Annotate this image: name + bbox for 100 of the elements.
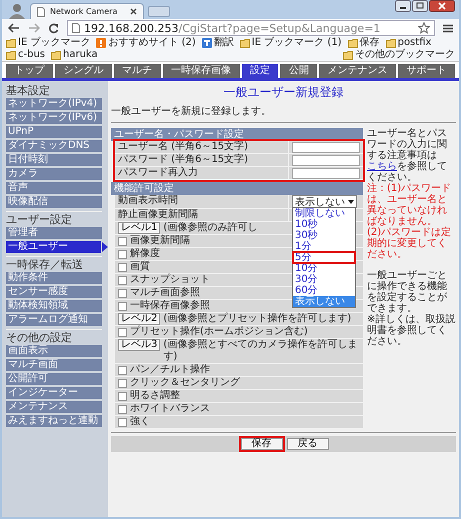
dropdown-option[interactable]: 30秒 [293, 230, 355, 241]
folder-icon [51, 50, 62, 60]
nav-tab[interactable]: メンテナンス [319, 64, 396, 78]
sidebar-heading: 一時保存／転送 [6, 258, 84, 272]
level-description: (画像参照とすべてのカメラ操作を許可します) [163, 339, 358, 363]
section-header: 機能許可設定 [111, 182, 363, 195]
checkbox-label: 一時保存画像参照 [130, 300, 210, 312]
checkbox[interactable] [118, 378, 127, 388]
nav-tab[interactable]: 設定 [242, 64, 278, 78]
nav-tab[interactable]: シングル [54, 64, 112, 78]
bookmark-item[interactable]: その他のブックマーク [343, 49, 455, 61]
text-input-field[interactable] [292, 154, 360, 166]
form-button[interactable]: 戻る [286, 438, 328, 450]
checkbox[interactable] [118, 328, 127, 336]
dropdown-option[interactable]: 表示しない [293, 296, 355, 307]
close-icon[interactable] [429, 0, 455, 12]
note-text: ※詳しくは、取扱説明書を参照してください。 [367, 314, 456, 347]
folder-icon [343, 50, 353, 60]
dropdown-option[interactable]: 60分 [293, 285, 355, 296]
reload-icon[interactable] [48, 22, 59, 34]
caret-icon [348, 200, 354, 204]
sidebar-item[interactable]: 音声 [6, 182, 102, 194]
bookmark-item[interactable]: 保存 [348, 37, 380, 49]
sidebar-item[interactable]: 管理者 [6, 227, 102, 239]
checkbox[interactable] [118, 250, 127, 258]
level-description: (画像参照とプリセット操作を許可します) [163, 313, 352, 325]
sidebar-item[interactable]: 画面表示 [6, 345, 102, 357]
checkbox[interactable] [118, 418, 127, 426]
bookmark-item[interactable]: c-bus [6, 49, 46, 61]
sidebar-item[interactable]: センサー感度 [6, 286, 102, 298]
nav-tab[interactable]: サポート [398, 64, 455, 78]
checkbox[interactable] [118, 262, 127, 272]
sidebar-item[interactable]: 動作条件 [6, 272, 102, 284]
address-field[interactable]: 192.168.200.253/CgiStart?page=Setup&Language=1 [67, 20, 435, 36]
sidebar-heading: 基本設定 [6, 84, 51, 98]
checkbox-label: プリセット操作(ホームポジション含む) [130, 326, 308, 338]
dropdown-option[interactable]: 30分 [293, 274, 355, 285]
level-button[interactable]: レベル2 [118, 313, 160, 325]
forward-icon[interactable] [28, 23, 40, 33]
bookmark-item[interactable]: おすすめサイト (2) [96, 37, 196, 49]
text-input-field[interactable] [292, 168, 360, 178]
nav-tab[interactable]: 一時保存画像 [162, 64, 240, 78]
checkbox[interactable] [118, 302, 127, 310]
sidebar-item[interactable]: ダイナミックDNS [6, 140, 102, 152]
sidebar-item[interactable]: メンテナンス [6, 401, 102, 413]
sidebar-item[interactable]: 日付時刻 [6, 154, 102, 166]
nav-tab[interactable]: トップ [6, 64, 53, 78]
checkbox[interactable] [118, 288, 127, 298]
level-button[interactable]: レベル1 [118, 222, 160, 234]
sidebar-item[interactable]: インジケーター [6, 387, 102, 399]
sidebar-item[interactable]: 動体検知領域 [6, 300, 102, 312]
checkbox-label: スナップショット [130, 274, 210, 286]
new-tab-button[interactable] [148, 6, 170, 17]
sidebar-item[interactable]: ネットワーク(IPv6) [6, 112, 102, 124]
sidebar-item[interactable]: みえますねっと連動 [6, 415, 102, 427]
checkbox[interactable] [118, 404, 127, 414]
close-icon[interactable] [130, 8, 137, 15]
maximize-icon[interactable] [412, 0, 428, 12]
checkbox[interactable] [118, 276, 127, 284]
bookmark-item[interactable]: IE ブックマーク (1) [240, 37, 342, 49]
bookmark-item[interactable]: haruka [51, 49, 98, 61]
sidebar-item[interactable]: 映像配信 [6, 196, 102, 208]
url-text: 192.168.200.253/CgiStart?page=Setup&Language=1 [84, 22, 382, 34]
field-label: ユーザー名 (半角6～15文字) [115, 141, 289, 153]
sidebar-item[interactable]: カメラ [6, 168, 102, 180]
sidebar-heading: ユーザー設定 [6, 213, 73, 226]
checkbox-label: 強く [130, 416, 150, 428]
browser-tab[interactable]: Network Camera [30, 3, 144, 19]
checkbox[interactable] [118, 392, 127, 400]
form-button[interactable]: 保存 [240, 438, 282, 450]
star-icon[interactable] [418, 22, 430, 34]
checkbox-label: 画質 [130, 261, 150, 273]
menu-icon[interactable] [443, 24, 453, 32]
bookmark-item[interactable]: 翻訳 [202, 37, 234, 49]
reference-link[interactable]: こちら [367, 161, 397, 172]
field-label: 動画表示時間 [115, 195, 289, 208]
checkbox-label: クリック＆センタリング [130, 377, 240, 389]
sidebar-item[interactable]: 公開許可 [6, 373, 102, 385]
nav-tab[interactable]: 公開 [280, 64, 318, 78]
checkbox[interactable] [118, 236, 127, 246]
bookmark-item[interactable]: postfix [386, 37, 432, 49]
dropdown-option[interactable]: 1分 [293, 241, 355, 252]
sidebar-item[interactable]: マルチ画面 [6, 359, 102, 371]
page-icon [72, 23, 80, 33]
dropdown-select[interactable]: 表示しない [292, 195, 357, 208]
text-input-field[interactable] [292, 142, 360, 152]
minimize-icon[interactable] [395, 0, 411, 12]
bookmark-item[interactable]: IE ブックマーク [6, 37, 90, 49]
sidebar-item[interactable]: ネットワーク(IPv4) [6, 98, 102, 110]
sidebar-item[interactable]: UPnP [6, 126, 102, 138]
nav-tab[interactable]: マルチ [114, 64, 161, 78]
sidebar-item[interactable]: アラームログ通知 [6, 314, 102, 326]
back-icon[interactable] [8, 23, 20, 33]
level-button[interactable]: レベル3 [118, 339, 160, 351]
sidebar-heading: その他の設定 [6, 331, 73, 344]
field-label: パスワード再入力 [115, 167, 289, 179]
checkbox[interactable] [118, 366, 127, 374]
dropdown-option[interactable]: 10秒 [293, 219, 355, 230]
checkbox-label: パン／チルト操作 [130, 364, 210, 376]
dropdown-option[interactable]: 制限しない [293, 208, 355, 219]
